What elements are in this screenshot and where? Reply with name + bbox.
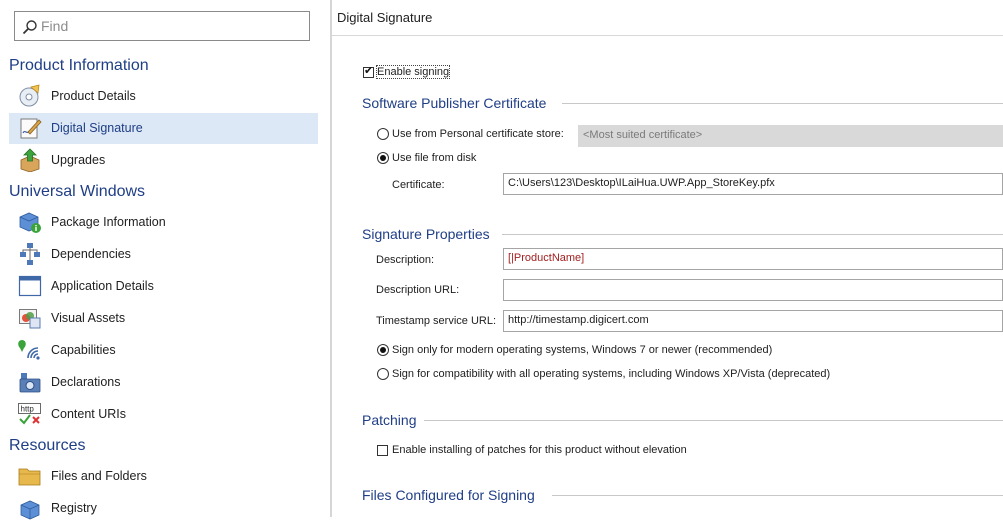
use-certificate-store-label[interactable]: Use from Personal certificate store:	[392, 128, 564, 140]
sign-compat-os-label[interactable]: Sign for compatibility with all operatin…	[392, 368, 830, 380]
group-resources: Resources	[9, 437, 86, 454]
digital-signature-panel: Digital Signature ✔ Enable signing Softw…	[332, 0, 1003, 517]
nav-label: Registry	[51, 501, 97, 515]
certificate-label: Certificate:	[392, 179, 445, 191]
section-divider	[424, 420, 1003, 421]
nav-item-upgrades[interactable]: Upgrades	[9, 145, 318, 176]
nav-item-product-details[interactable]: Product Details	[9, 81, 318, 112]
visual-assets-icon	[19, 309, 41, 329]
nav-label: Digital Signature	[51, 121, 143, 135]
sign-modern-os-radio[interactable]	[377, 344, 389, 356]
nav-item-registry[interactable]: Registry	[9, 493, 318, 524]
nav-label: Product Details	[51, 89, 136, 103]
panel-header: Digital Signature	[332, 0, 1003, 36]
dependencies-icon	[20, 243, 40, 265]
nav-label: Content URIs	[51, 407, 127, 421]
nav-label: Declarations	[51, 375, 121, 389]
section-title-files-signing: Files Configured for Signing	[362, 487, 535, 503]
sign-modern-os-label[interactable]: Sign only for modern operating systems, …	[392, 344, 772, 356]
nav-item-application-details[interactable]: Application Details	[9, 271, 318, 302]
application-window-icon	[18, 275, 42, 297]
nav-label: Files and Folders	[51, 469, 147, 483]
nav-item-digital-signature[interactable]: Digital Signature	[9, 113, 318, 144]
group-product-information: Product Information	[9, 57, 149, 74]
registry-icon	[20, 500, 40, 520]
description-url-input[interactable]	[503, 279, 1003, 301]
description-input[interactable]: [|ProductName]	[503, 248, 1003, 270]
check-icon: ✔	[364, 65, 374, 77]
certificate-store-field: <Most suited certificate>	[578, 125, 1003, 147]
package-information-icon	[19, 212, 41, 233]
search-box[interactable]: Find	[14, 11, 310, 41]
enable-signing-checkbox[interactable]: ✔	[363, 65, 374, 78]
product-details-icon	[19, 84, 40, 107]
nav-item-visual-assets[interactable]: Visual Assets	[9, 303, 318, 334]
section-divider	[562, 103, 1003, 104]
navigation-pane: Find Product Information Product Details…	[0, 0, 330, 520]
nav-label: Upgrades	[51, 153, 106, 167]
sign-compat-os-radio[interactable]	[377, 368, 389, 380]
page-title: Digital Signature	[337, 10, 433, 25]
enable-patches-checkbox[interactable]	[377, 445, 388, 456]
nav-label: Package Information	[51, 215, 166, 229]
nav-item-package-information[interactable]: Package Information	[9, 207, 318, 238]
group-universal-windows: Universal Windows	[9, 183, 146, 200]
section-title-certificate: Software Publisher Certificate	[362, 95, 547, 111]
enable-signing-label[interactable]: Enable signing	[375, 65, 451, 79]
certificate-path-input[interactable]: C:\Users\123\Desktop\ILaiHua.UWP.App_Sto…	[503, 173, 1003, 195]
nav-item-content-uris[interactable]: http Content URIs	[9, 399, 318, 430]
nav-item-files-and-folders[interactable]: Files and Folders	[9, 461, 318, 492]
nav-item-capabilities[interactable]: Capabilities	[9, 335, 318, 366]
upgrades-icon	[20, 148, 40, 172]
search-icon	[22, 20, 37, 35]
nav-item-declarations[interactable]: Declarations	[9, 367, 318, 398]
digital-signature-icon	[20, 118, 42, 139]
nav-label: Application Details	[51, 279, 154, 293]
http-icon-text: http	[21, 405, 35, 414]
timestamp-url-label: Timestamp service URL:	[376, 315, 497, 327]
capabilities-icon	[18, 340, 40, 360]
section-divider	[552, 495, 1003, 496]
search-placeholder: Find	[41, 18, 69, 34]
folder-icon	[18, 468, 41, 486]
use-certificate-store-radio[interactable]	[377, 128, 389, 140]
description-url-label: Description URL:	[376, 284, 460, 296]
nav-label: Capabilities	[51, 343, 116, 357]
use-file-from-disk-radio[interactable]	[377, 152, 389, 164]
timestamp-url-input[interactable]: http://timestamp.digicert.com	[503, 310, 1003, 332]
section-title-patching: Patching	[362, 412, 417, 428]
section-title-signature-properties: Signature Properties	[362, 226, 490, 242]
declarations-icon	[19, 373, 41, 393]
section-divider	[502, 234, 1003, 235]
use-file-from-disk-label[interactable]: Use file from disk	[392, 152, 476, 164]
content-uris-icon: http	[18, 403, 41, 425]
nav-label: Dependencies	[51, 247, 131, 261]
nav-label: Visual Assets	[51, 311, 126, 325]
nav-item-dependencies[interactable]: Dependencies	[9, 239, 318, 270]
enable-patches-label[interactable]: Enable installing of patches for this pr…	[392, 444, 687, 456]
description-label: Description:	[376, 254, 435, 266]
